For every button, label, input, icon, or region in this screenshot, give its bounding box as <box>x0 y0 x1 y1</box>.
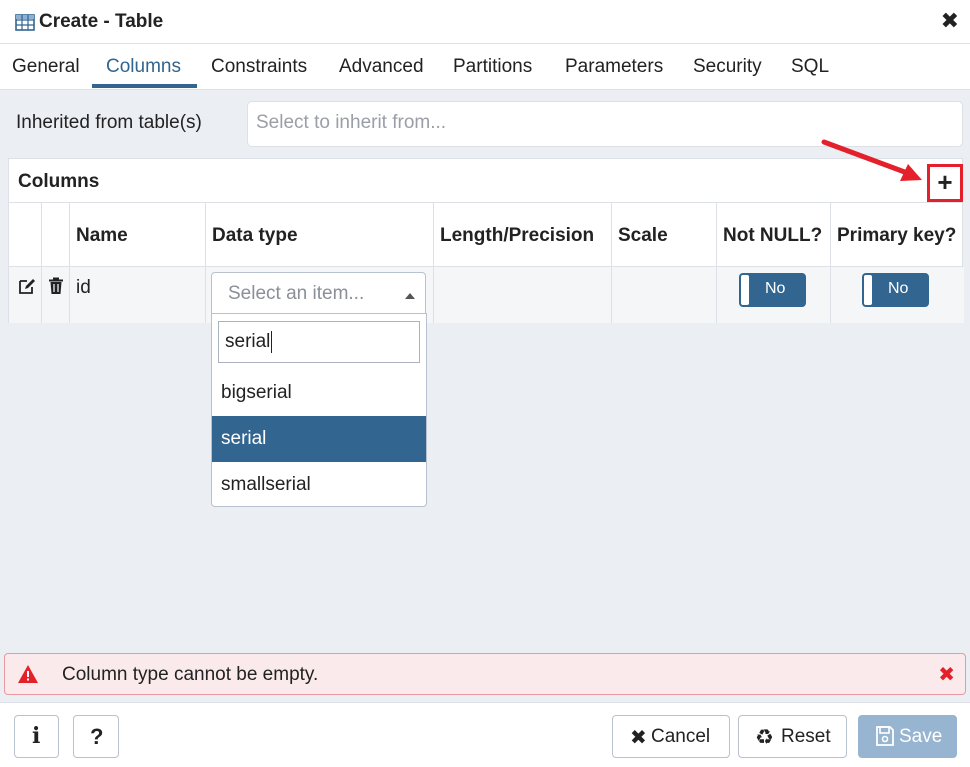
table-row-background <box>9 267 964 323</box>
columns-title: Columns <box>18 171 100 192</box>
warning-icon <box>17 664 39 689</box>
dropdown-search-input[interactable]: serial <box>218 321 420 363</box>
info-icon: i <box>32 723 41 749</box>
header-length-precision: Length/Precision <box>440 225 595 246</box>
error-banner: Column type cannot be empty. ✖ <box>4 653 966 695</box>
tab-parameters[interactable]: Parameters <box>565 56 663 78</box>
header-divider <box>9 266 962 267</box>
dropdown-option[interactable]: bigserial <box>212 370 426 416</box>
primary-key-toggle-label: No <box>888 280 909 297</box>
close-icon[interactable]: ✖ <box>941 8 959 34</box>
annotation-arrow-icon <box>821 139 922 181</box>
cancel-button[interactable]: ✖ Cancel <box>612 715 730 758</box>
toggle-knob <box>741 275 749 305</box>
dropdown-option-selected[interactable]: serial <box>212 416 426 462</box>
dialog-title: Create - Table <box>39 11 164 32</box>
dialog-titlebar: Create - Table ✖ <box>0 0 970 44</box>
primary-key-toggle[interactable]: No <box>862 273 929 307</box>
dropdown-search-value: serial <box>225 331 271 353</box>
reset-label: Reset <box>781 726 831 747</box>
save-button[interactable]: Save <box>858 715 957 758</box>
active-tab-indicator <box>92 84 197 88</box>
header-name: Name <box>76 225 128 246</box>
header-scale: Scale <box>618 225 668 246</box>
column-divider <box>716 203 717 323</box>
not-null-toggle-label: No <box>765 280 786 297</box>
data-type-select[interactable]: Select an item... <box>211 272 426 318</box>
dropdown-option[interactable]: smallserial <box>212 462 426 508</box>
column-divider <box>433 203 434 323</box>
error-message: Column type cannot be empty. <box>62 664 319 685</box>
edit-icon[interactable] <box>17 277 37 300</box>
dialog-footer: i ? ✖ Cancel ♻ Reset Save <box>0 702 970 767</box>
reset-button[interactable]: ♻ Reset <box>738 715 847 758</box>
save-label: Save <box>899 726 943 747</box>
not-null-toggle[interactable]: No <box>739 273 806 307</box>
add-column-button[interactable]: + <box>927 164 963 202</box>
help-button[interactable]: ? <box>73 715 119 758</box>
tab-sql[interactable]: SQL <box>791 56 829 78</box>
data-type-dropdown: serial bigserial serial smallserial <box>211 313 427 507</box>
header-not-null: Not NULL? <box>723 225 823 246</box>
tab-general[interactable]: General <box>12 56 80 78</box>
tab-bar: General Columns Constraints Advanced Par… <box>0 44 970 90</box>
recycle-icon: ♻ <box>755 726 774 749</box>
tab-security[interactable]: Security <box>693 56 762 78</box>
table-icon <box>15 14 35 36</box>
column-divider <box>205 203 206 323</box>
tab-columns[interactable]: Columns <box>106 56 181 78</box>
question-icon: ? <box>90 724 104 749</box>
column-divider <box>830 203 831 323</box>
floppy-disk-icon <box>876 726 894 752</box>
header-primary-key: Primary key? <box>837 225 957 246</box>
data-type-placeholder: Select an item... <box>228 283 365 304</box>
column-name-cell[interactable]: id <box>76 277 91 299</box>
header-data-type: Data type <box>212 225 298 246</box>
column-divider <box>611 203 612 323</box>
info-button[interactable]: i <box>14 715 59 758</box>
tab-partitions[interactable]: Partitions <box>453 56 532 78</box>
inherit-label: Inherited from table(s) <box>16 112 202 133</box>
caret-up-icon <box>405 293 415 299</box>
tab-advanced[interactable]: Advanced <box>339 56 424 78</box>
tab-constraints[interactable]: Constraints <box>211 56 307 78</box>
cancel-label: Cancel <box>651 726 711 747</box>
toggle-knob <box>864 275 872 305</box>
column-divider <box>69 203 70 323</box>
text-cursor <box>271 331 273 353</box>
trash-icon[interactable] <box>48 277 64 300</box>
close-icon: ✖ <box>630 727 647 749</box>
error-close-icon[interactable]: ✖ <box>938 662 955 687</box>
column-divider <box>41 203 42 323</box>
